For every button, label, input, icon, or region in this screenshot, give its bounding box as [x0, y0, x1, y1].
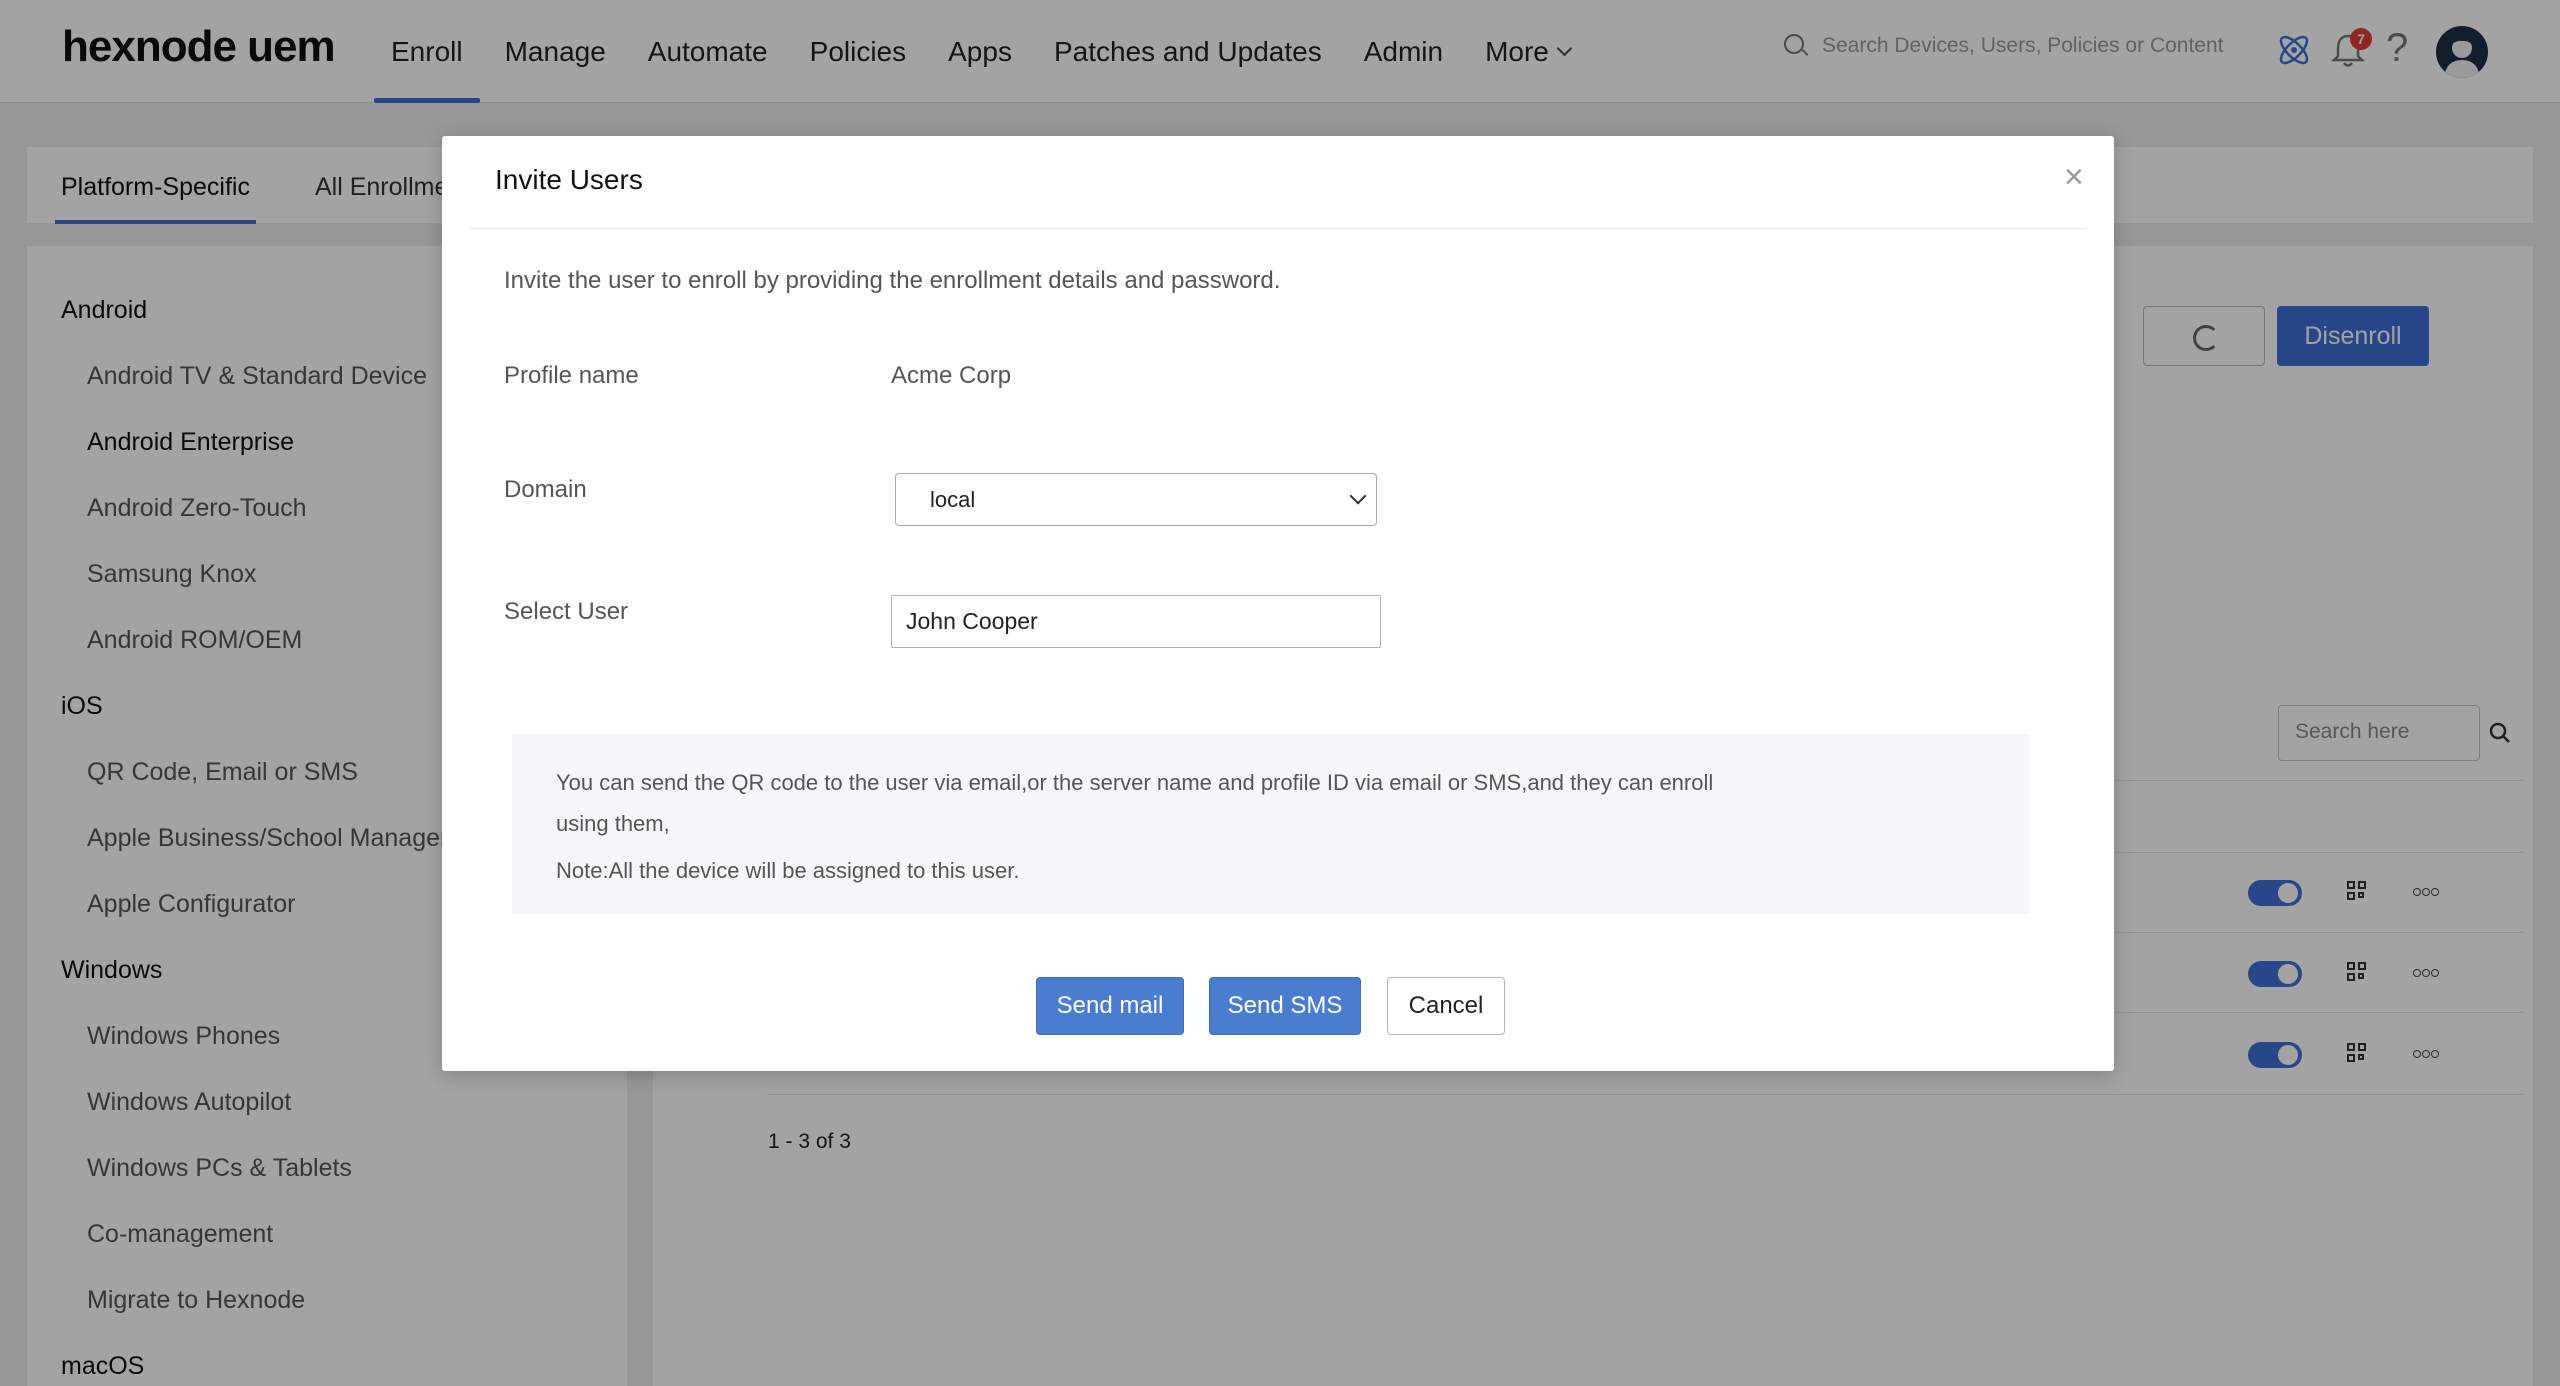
domain-select[interactable]: local	[895, 473, 1377, 526]
chevron-down-icon	[1349, 487, 1367, 505]
domain-label: Domain	[504, 476, 587, 503]
invite-users-modal: Invite Users × Invite the user to enroll…	[442, 136, 2114, 1071]
info-box: You can send the QR code to the user via…	[512, 734, 2030, 914]
info-text: You can send the QR code to the user via…	[556, 770, 1714, 836]
profile-name-value: Acme Corp	[891, 362, 1012, 389]
info-note: Note:All the device will be assigned to …	[556, 858, 1020, 883]
profile-name-label: Profile name	[504, 362, 639, 389]
domain-selected-value: local	[930, 487, 976, 512]
select-user-label: Select User	[504, 598, 629, 625]
modal-title: Invite Users	[495, 164, 643, 195]
cancel-button[interactable]: Cancel	[1387, 977, 1505, 1035]
modal-intro-text: Invite the user to enroll by providing t…	[504, 267, 1281, 294]
select-user-input[interactable]	[891, 595, 1381, 648]
close-icon[interactable]: ×	[2064, 160, 2084, 194]
modal-divider	[470, 228, 2086, 229]
send-mail-button[interactable]: Send mail	[1036, 977, 1184, 1035]
send-sms-button[interactable]: Send SMS	[1209, 977, 1361, 1035]
